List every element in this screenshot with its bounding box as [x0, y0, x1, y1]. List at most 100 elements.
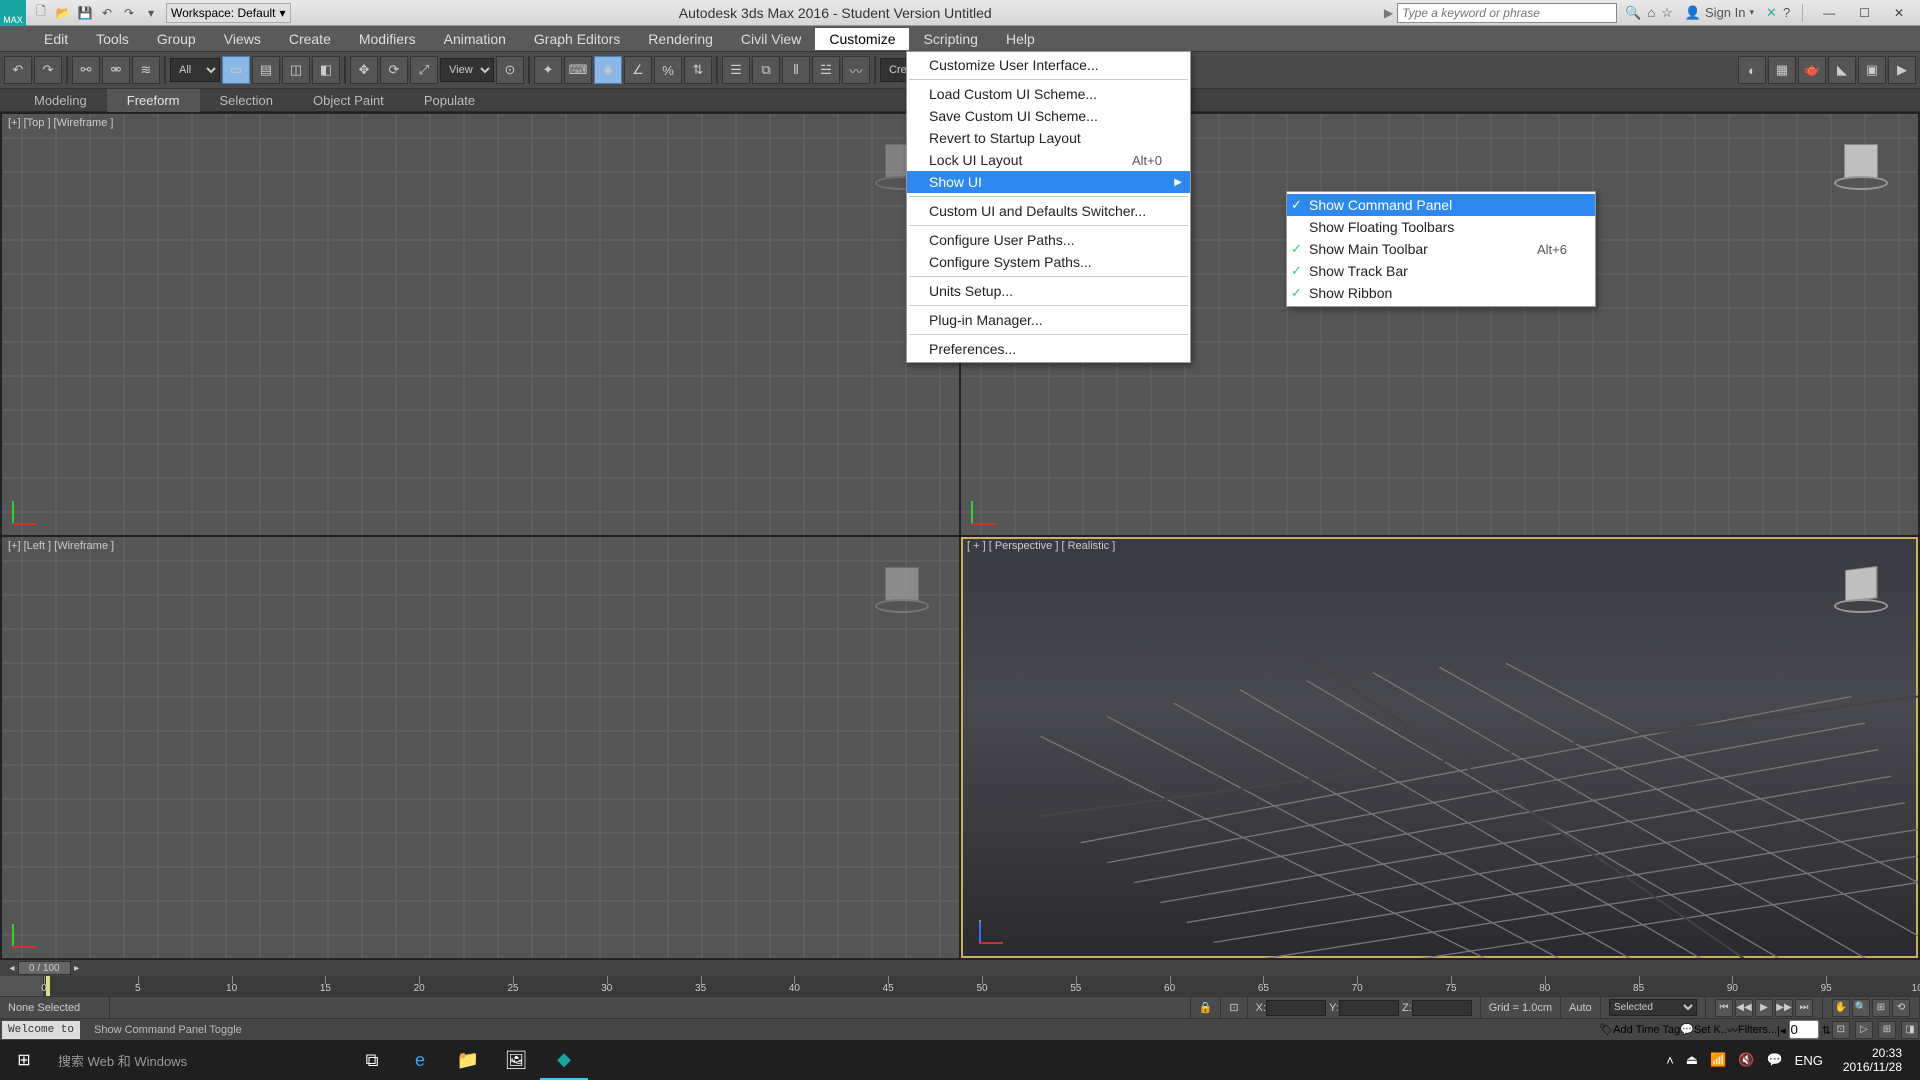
align-button[interactable]: ⫴: [782, 56, 810, 84]
subscription-icon[interactable]: ⌂: [1647, 5, 1655, 20]
menu-group[interactable]: Group: [143, 28, 210, 50]
taskbar-clock[interactable]: 20:332016/11/28: [1835, 1046, 1910, 1075]
time-slider-thumb[interactable]: 0 / 100: [18, 961, 71, 975]
pivot-button[interactable]: ⊙: [496, 56, 524, 84]
window-crossing-button[interactable]: ◧: [312, 56, 340, 84]
spinner-snap-button[interactable]: ⇅: [684, 56, 712, 84]
action-center-icon[interactable]: 💬: [1766, 1052, 1782, 1068]
render-iterative-button[interactable]: ▣: [1858, 56, 1886, 84]
workspace-selector[interactable]: Workspace: Default▾: [166, 3, 291, 23]
app-logo-icon[interactable]: MAX: [0, 0, 26, 26]
start-button[interactable]: ⊞: [0, 1040, 48, 1080]
viewport-label[interactable]: [+] [Left ] [Wireframe ]: [8, 540, 114, 552]
time-tag-icon[interactable]: 🏷: [1599, 1023, 1613, 1036]
min-max-viewport-button[interactable]: ⊡: [1832, 1021, 1850, 1039]
viewport-top[interactable]: [+] [Top ] [Wireframe ]: [2, 114, 959, 535]
menu-help[interactable]: Help: [992, 28, 1049, 50]
maximize-button[interactable]: ☐: [1859, 6, 1870, 20]
menu-item-show-ui[interactable]: Show UI▶: [907, 171, 1190, 193]
curve-editor-button[interactable]: 〰: [842, 56, 870, 84]
angle-snap-button[interactable]: ∠: [624, 56, 652, 84]
menu-item-customize-user-interface[interactable]: Customize User Interface...: [907, 54, 1190, 76]
qat-save-icon[interactable]: 💾: [76, 4, 94, 22]
menu-views[interactable]: Views: [210, 28, 275, 50]
keyboard-shortcut-button[interactable]: ⌨: [564, 56, 592, 84]
safely-remove-icon[interactable]: ⏏: [1686, 1052, 1698, 1068]
ribbon-tab-freeform[interactable]: Freeform: [107, 89, 200, 112]
menu-item-plug-in-manager[interactable]: Plug-in Manager...: [907, 309, 1190, 331]
link-button[interactable]: ⚯: [72, 56, 100, 84]
next-frame-button[interactable]: ▸: [71, 963, 83, 974]
menu-item-revert-to-startup-layout[interactable]: Revert to Startup Layout: [907, 127, 1190, 149]
taskbar-search-input[interactable]: 搜索 Web 和 Windows: [48, 1040, 348, 1080]
undo-button[interactable]: ↶: [4, 56, 32, 84]
frame-ruler[interactable]: 0510152025303540455055606570758085909510…: [44, 976, 1920, 996]
rotate-button[interactable]: ⟳: [380, 56, 408, 84]
menu-scripting[interactable]: Scripting: [909, 28, 991, 50]
menu-civil-view[interactable]: Civil View: [727, 28, 815, 50]
qat-open-icon[interactable]: 📂: [54, 4, 72, 22]
render-production-button[interactable]: ◣: [1828, 56, 1856, 84]
snap-toggle-button[interactable]: ◈: [594, 56, 622, 84]
ime-indicator[interactable]: ENG: [1795, 1053, 1823, 1068]
add-time-tag-button[interactable]: Add Time Tag: [1613, 1024, 1680, 1036]
menu-item-preferences[interactable]: Preferences...: [907, 338, 1190, 360]
menu-item-lock-ui-layout[interactable]: Lock UI LayoutAlt+0: [907, 149, 1190, 171]
exchange-icon[interactable]: ✕: [1766, 5, 1777, 21]
volume-icon[interactable]: 🔇: [1738, 1052, 1754, 1068]
named-selection-button[interactable]: ☰: [722, 56, 750, 84]
select-object-button[interactable]: ▭: [222, 56, 250, 84]
viewcube[interactable]: [1834, 557, 1888, 611]
frame-spinner[interactable]: |◂ ⇅: [1777, 1020, 1831, 1039]
key-filters-button[interactable]: Filters...: [1738, 1024, 1777, 1036]
scale-button[interactable]: ⤢: [410, 56, 438, 84]
prev-frame-button[interactable]: ◂: [6, 963, 18, 974]
communication-icon[interactable]: 💬: [1680, 1023, 1694, 1036]
ribbon-tab-populate[interactable]: Populate: [404, 89, 495, 112]
unlink-button[interactable]: ⚮: [102, 56, 130, 84]
minimize-button[interactable]: —: [1823, 6, 1835, 20]
menu-item-custom-ui-and-defaults-switcher[interactable]: Custom UI and Defaults Switcher...: [907, 200, 1190, 222]
qat-more-icon[interactable]: ▾: [142, 4, 160, 22]
maximize-viewport-button[interactable]: ◨: [1901, 1021, 1919, 1039]
autokey-label[interactable]: Auto: [1561, 997, 1601, 1018]
menu-item-configure-system-paths[interactable]: Configure System Paths...: [907, 251, 1190, 273]
viewport-left[interactable]: [+] [Left ] [Wireframe ]: [2, 537, 959, 958]
favorites-icon[interactable]: ☆: [1661, 5, 1673, 21]
time-slider[interactable]: ◂ 0 / 100 ▸: [0, 960, 1920, 976]
redo-button[interactable]: ↷: [34, 56, 62, 84]
search-go-icon[interactable]: ▶: [1380, 6, 1397, 20]
isolate-icon[interactable]: ⊡: [1221, 997, 1247, 1018]
submenu-item-show-floating-toolbars[interactable]: Show Floating Toolbars: [1287, 216, 1595, 238]
select-region-button[interactable]: ◫: [282, 56, 310, 84]
selection-filter-select[interactable]: All: [170, 58, 220, 82]
play-button[interactable]: ▶: [1755, 999, 1773, 1017]
menu-item-save-custom-ui-scheme[interactable]: Save Custom UI Scheme...: [907, 105, 1190, 127]
submenu-item-show-track-bar[interactable]: ✓Show Track Bar: [1287, 260, 1595, 282]
key-filter-select[interactable]: Selected: [1609, 999, 1697, 1016]
render-button[interactable]: ▶: [1888, 56, 1916, 84]
setkey-button[interactable]: Set K..: [1694, 1024, 1727, 1036]
menu-rendering[interactable]: Rendering: [634, 28, 727, 50]
qat-new-icon[interactable]: 🗋: [32, 4, 50, 22]
viewcube[interactable]: [875, 557, 929, 611]
menu-animation[interactable]: Animation: [430, 28, 520, 50]
lock-selection-icon[interactable]: 🔒: [1191, 997, 1222, 1018]
wifi-icon[interactable]: 📶: [1710, 1052, 1726, 1068]
signin-button[interactable]: 👤 Sign In ▾: [1679, 5, 1760, 21]
layers-button[interactable]: ☱: [812, 56, 840, 84]
3dsmax-taskbar-icon[interactable]: ◆: [540, 1040, 588, 1080]
rendered-frame-button[interactable]: ▦: [1768, 56, 1796, 84]
menu-customize[interactable]: Customize: [815, 28, 909, 50]
help-icon[interactable]: ?: [1783, 5, 1790, 20]
bind-spacewarp-button[interactable]: ≋: [132, 56, 160, 84]
zoom-button[interactable]: 🔍: [1852, 999, 1870, 1017]
ribbon-tab-modeling[interactable]: Modeling: [14, 89, 107, 112]
coord-y-input[interactable]: [1339, 1000, 1399, 1016]
coord-z-input[interactable]: [1412, 1000, 1472, 1016]
qat-redo-icon[interactable]: ↷: [120, 4, 138, 22]
edge-icon[interactable]: e: [396, 1040, 444, 1080]
manipulate-button[interactable]: ✦: [534, 56, 562, 84]
menu-tools[interactable]: Tools: [82, 28, 143, 50]
infocenter-search-input[interactable]: [1397, 3, 1617, 23]
